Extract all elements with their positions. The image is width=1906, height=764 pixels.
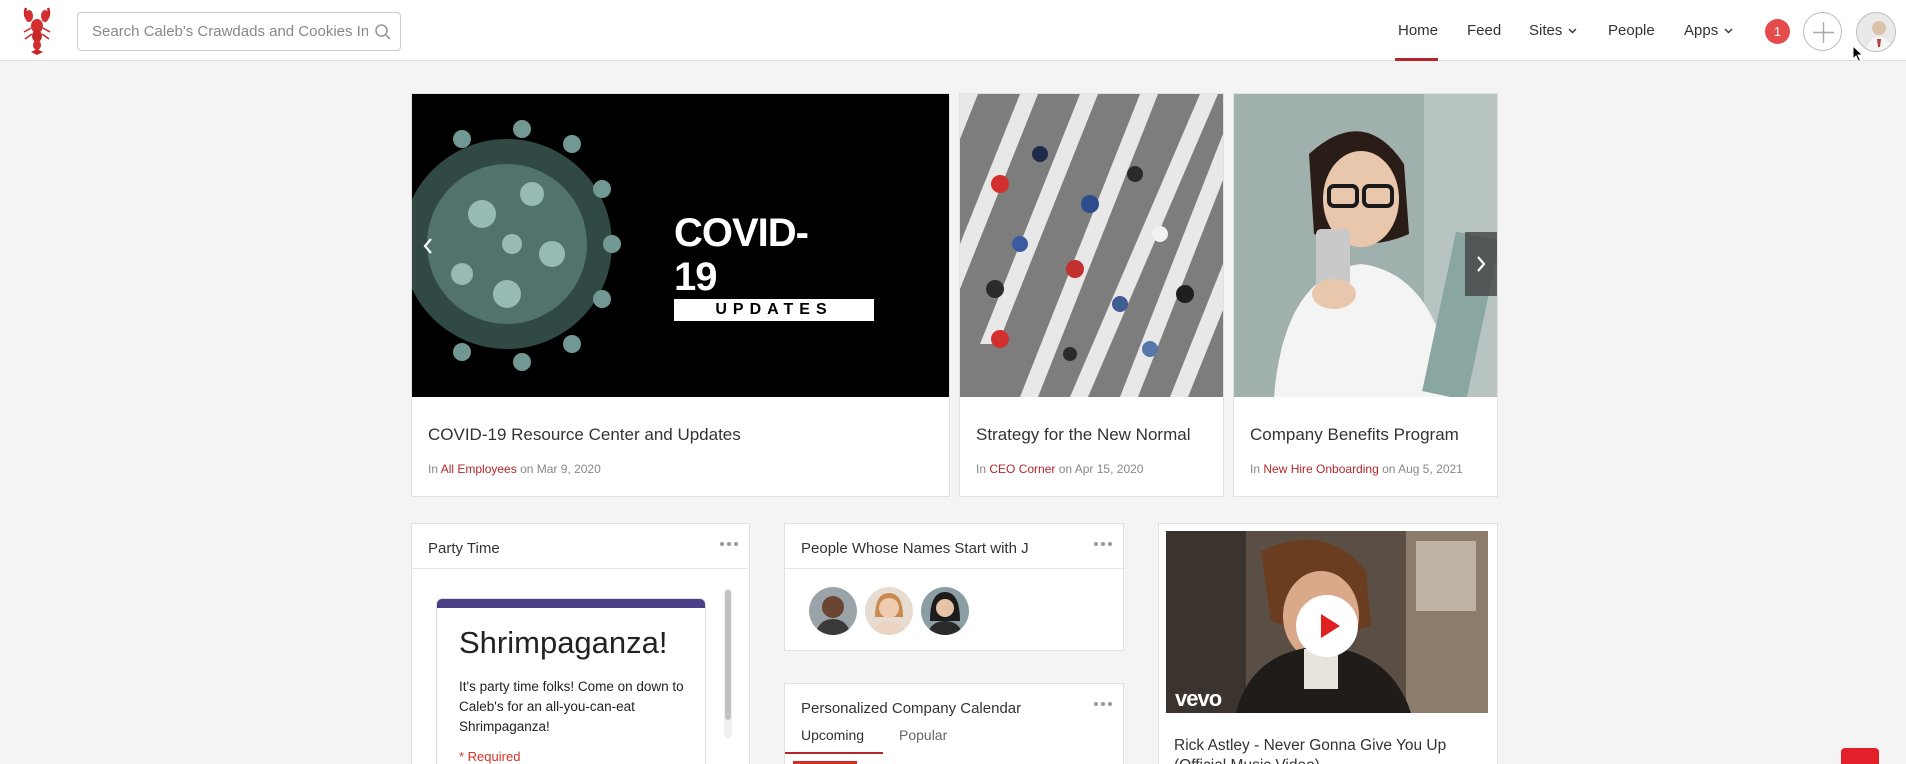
woman-phone-image [1234,94,1497,397]
carousel-card-strategy[interactable]: Strategy for the New Normal In CEO Corne… [959,93,1224,497]
people-widget: People Whose Names Start with J [784,523,1124,651]
meta-prefix: In [976,462,987,476]
notification-badge[interactable]: 1 [1765,19,1790,44]
chevron-left-icon [423,238,432,254]
tab-upcoming[interactable]: Upcoming [801,727,864,743]
chevron-down-icon [1568,28,1577,34]
embedded-form: Shrimpaganza! It's party time folks! Com… [436,598,706,764]
nav-apps[interactable]: Apps [1684,22,1733,39]
covid-caption-line2: UPDATES [674,299,874,321]
active-tab-indicator [785,752,883,754]
add-button[interactable] [1803,12,1842,51]
meta-date: on Apr 15, 2020 [1058,462,1144,476]
search-box[interactable] [77,12,401,51]
site-link[interactable]: CEO Corner [989,462,1055,476]
search-icon[interactable] [374,23,392,41]
nav-sites[interactable]: Sites [1529,22,1577,39]
mouse-cursor-icon [1852,45,1864,63]
top-navigation-bar: Home Feed Sites People Apps 1 [0,0,1906,63]
card-title[interactable]: Company Benefits Program [1250,425,1459,445]
party-time-widget: Party Time Shrimpaganza! It's party time… [411,523,750,764]
carousel-next-button[interactable] [1465,232,1497,296]
active-nav-indicator [1395,58,1438,61]
widget-divider [785,568,1123,569]
chevron-right-icon [1477,256,1486,272]
more-options-icon[interactable] [1092,538,1114,550]
more-options-icon[interactable] [718,538,740,550]
covid-image-caption: COVID-19 UPDATES [674,211,874,321]
plus-icon [1813,22,1834,43]
widget-title: People Whose Names Start with J [801,540,1029,557]
widget-title: Personalized Company Calendar [801,700,1022,717]
form-scrollbar[interactable] [724,588,732,738]
card-meta: In CEO Corner on Apr 15, 2020 [976,462,1143,476]
nav-sites-label: Sites [1529,22,1563,39]
site-link[interactable]: New Hire Onboarding [1263,462,1378,476]
crosswalk-image [960,94,1223,397]
video-widget: vevo Rick Astley - Never Gonna Give You … [1158,523,1498,764]
video-thumbnail[interactable]: vevo [1166,531,1488,713]
carousel-card-benefits[interactable]: Company Benefits Program In New Hire Onb… [1233,93,1498,497]
play-icon [1321,614,1340,638]
nav-apps-label: Apps [1684,22,1719,39]
nav-feed[interactable]: Feed [1467,22,1501,39]
form-header-bar [437,599,705,608]
card-meta: In All Employees on Mar 9, 2020 [428,462,601,476]
vevo-logo: vevo [1175,686,1222,711]
nav-home[interactable]: Home [1398,22,1438,39]
person-avatar[interactable] [865,587,913,635]
card-meta: In New Hire Onboarding on Aug 5, 2021 [1250,462,1463,476]
scrollbar-thumb[interactable] [725,590,731,720]
carousel-prev-button[interactable] [412,214,444,278]
form-title: Shrimpaganza! [459,625,668,660]
nav-people[interactable]: People [1608,22,1655,39]
person-avatar[interactable] [921,587,969,635]
video-title[interactable]: Rick Astley - Never Gonna Give You Up (O… [1174,736,1494,764]
meta-prefix: In [1250,462,1261,476]
chevron-down-icon [1724,28,1733,34]
form-description: It's party time folks! Come on down to C… [459,679,684,734]
widget-divider [412,568,749,569]
play-button[interactable] [1296,595,1358,657]
search-input[interactable] [78,13,368,50]
meta-prefix: In [428,462,439,476]
covid-caption-line1: COVID-19 [674,211,809,299]
floating-action-button[interactable] [1841,748,1879,764]
more-options-icon[interactable] [1092,698,1114,710]
calendar-widget: Personalized Company Calendar Upcoming P… [784,683,1124,764]
person-avatar[interactable] [809,587,857,635]
form-required-note: * Required [459,749,521,764]
widget-title: Party Time [428,540,500,557]
carousel-card-covid[interactable]: COVID-19 UPDATES COVID-19 Resource Cente… [411,93,950,497]
crawfish-logo-icon[interactable] [20,6,54,56]
tab-popular[interactable]: Popular [899,727,947,743]
card-title[interactable]: COVID-19 Resource Center and Updates [428,425,741,445]
site-link[interactable]: All Employees [441,462,517,476]
card-title[interactable]: Strategy for the New Normal [976,425,1190,445]
meta-date: on Aug 5, 2021 [1382,462,1463,476]
meta-date: on Mar 9, 2020 [520,462,601,476]
